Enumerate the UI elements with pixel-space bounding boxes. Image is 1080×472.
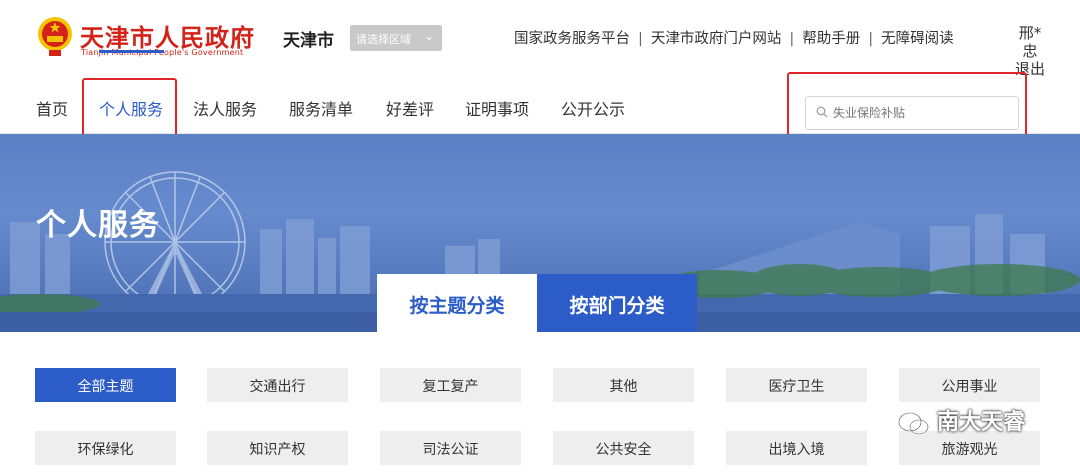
highlight-box-search	[787, 72, 1027, 142]
active-nav-underline	[99, 50, 164, 53]
region-select[interactable]: 请选择区域 ⌄	[350, 25, 442, 51]
banner: 个人服务 按主题分类 按部门分类	[0, 134, 1080, 332]
category-public-safety[interactable]: 公共安全	[553, 431, 694, 465]
nav-home[interactable]: 首页	[36, 96, 68, 120]
nav-certificates[interactable]: 证明事项	[465, 96, 529, 120]
current-city: 天津市	[283, 31, 334, 51]
top-link-national-platform[interactable]: 国家政务服务平台	[514, 31, 630, 47]
highlight-box-personal-service	[82, 78, 177, 140]
site-header: 天津市人民政府 Tianjin Municipal People's Gover…	[0, 0, 1080, 78]
category-grid: 全部主题 交通出行 复工复产 其他 医疗卫生 公用事业 环保绿化 知识产权 司法…	[0, 332, 1080, 472]
region-select-label: 请选择区域	[356, 33, 411, 46]
category-exit-entry[interactable]: 出境入境	[726, 431, 867, 465]
nav-service-list[interactable]: 服务清单	[289, 96, 353, 120]
top-link-portal[interactable]: 天津市政府门户网站	[651, 31, 782, 47]
top-link-accessibility[interactable]: 无障碍阅读	[881, 31, 954, 47]
chevron-down-icon: ⌄	[423, 29, 434, 43]
wechat-icon	[898, 412, 929, 435]
watermark-text: 南大天睿	[937, 410, 1026, 435]
user-name[interactable]: 邢*忠	[1015, 24, 1045, 60]
nav-legal-person-service[interactable]: 法人服务	[193, 96, 257, 120]
tab-by-theme[interactable]: 按主题分类	[377, 274, 537, 332]
category-intellectual-property[interactable]: 知识产权	[207, 431, 348, 465]
nav-public-notice[interactable]: 公开公示	[561, 96, 625, 120]
category-public-utilities[interactable]: 公用事业	[899, 368, 1040, 402]
top-links: 国家政务服务平台 | 天津市政府门户网站 | 帮助手册 | 无障碍阅读	[514, 31, 954, 47]
category-all[interactable]: 全部主题	[35, 368, 176, 402]
category-transport[interactable]: 交通出行	[207, 368, 348, 402]
category-other[interactable]: 其他	[553, 368, 694, 402]
banner-title: 个人服务	[36, 208, 160, 243]
nav-rating[interactable]: 好差评	[386, 96, 434, 120]
category-environment[interactable]: 环保绿化	[35, 431, 176, 465]
user-menu: 邢*忠 退出	[1015, 24, 1045, 78]
category-healthcare[interactable]: 医疗卫生	[726, 368, 867, 402]
tab-by-department[interactable]: 按部门分类	[537, 274, 697, 332]
top-link-help[interactable]: 帮助手册	[802, 31, 860, 47]
category-judicial-notary[interactable]: 司法公证	[380, 431, 521, 465]
category-resume-work[interactable]: 复工复产	[380, 368, 521, 402]
national-emblem-icon	[38, 17, 72, 56]
